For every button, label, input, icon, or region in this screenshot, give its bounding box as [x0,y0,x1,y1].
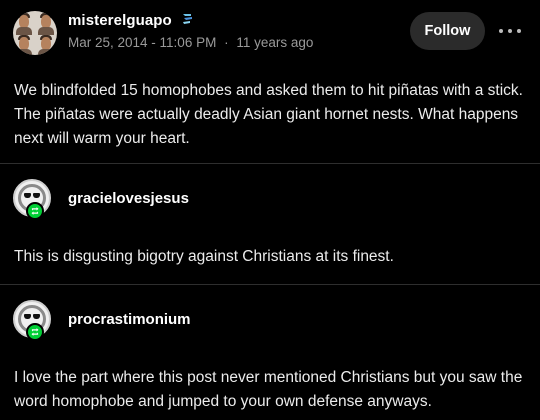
follow-button[interactable]: Follow [410,12,485,50]
reblog-username[interactable]: gracielovesjesus [68,190,189,207]
reblog-divider [0,284,540,285]
post-author-name[interactable]: misterelguapo [68,12,172,29]
post-relative-time: 11 years ago [236,35,314,50]
post-body-text: We blindfolded 15 homophobes and asked t… [14,82,523,147]
blue-badge-icon [183,14,192,24]
more-options-icon[interactable] [496,18,524,44]
author-avatar[interactable] [13,11,57,55]
reblog-header: gracielovesjesus [0,179,540,229]
reblog-icon [26,323,44,341]
reblog-header: procrastimonium [0,300,540,350]
date-separator: · [224,35,229,50]
post-date: Mar 25, 2014 - 11:06 PM · 11 years ago [68,35,313,50]
post-header: misterelguapo Mar 25, 2014 - 11:06 PM · … [0,0,540,68]
reblog-divider [0,163,540,164]
post-timestamp: Mar 25, 2014 - 11:06 PM [68,35,217,50]
reblog-text: I love the part where this post never me… [14,369,523,410]
reblog-username[interactable]: procrastimonium [68,311,191,328]
reblog-icon [26,202,44,220]
reblog-text: This is disgusting bigotry against Chris… [14,248,394,265]
